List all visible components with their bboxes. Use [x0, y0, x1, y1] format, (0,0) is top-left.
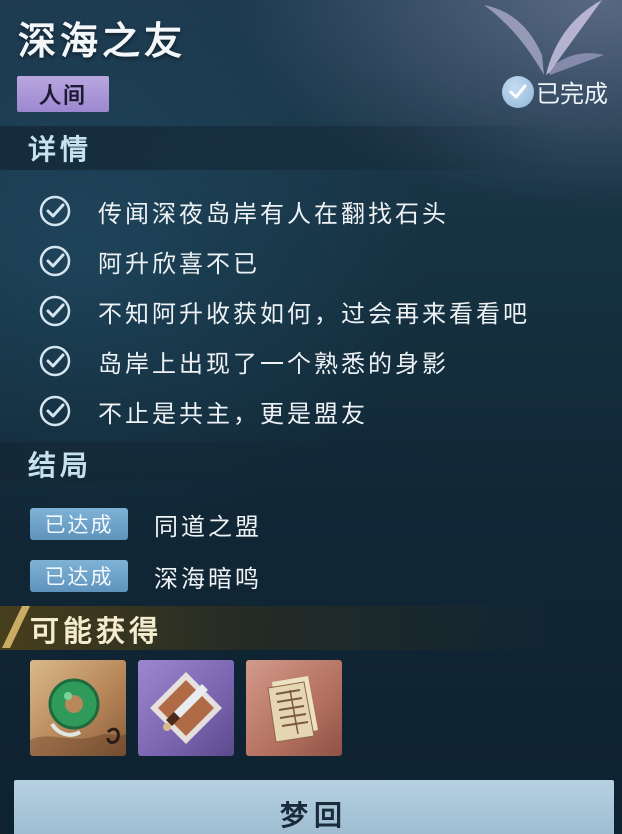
task-text: 阿升欣喜不已	[98, 249, 260, 278]
reward-slot-dagger[interactable]	[138, 660, 234, 756]
ending-name: 深海暗鸣	[154, 564, 262, 593]
achieved-badge: 已达成	[30, 560, 128, 592]
quest-panel: 深海之友 人间 已完成 详情 传闻深夜岛岸有人在翻找石头 阿升欣喜不已 不知阿升…	[0, 0, 622, 834]
task-item: 不知阿升收获如何，过会再来看看吧	[38, 286, 530, 336]
task-text: 不止是共主，更是盟友	[98, 399, 368, 428]
endings-heading: 结局	[28, 449, 93, 482]
task-item: 岛岸上出现了一个熟悉的身影	[38, 336, 530, 386]
check-circle-icon	[502, 75, 534, 108]
quest-status: 已完成	[502, 74, 608, 109]
task-text: 岛岸上出现了一个熟悉的身影	[98, 349, 449, 378]
checkmark-circle-icon	[39, 295, 71, 327]
rewards-heading: 可能获得	[30, 614, 163, 648]
details-heading: 详情	[28, 133, 93, 166]
achieved-badge: 已达成	[30, 508, 128, 540]
checkmark-circle-icon	[39, 245, 71, 277]
task-item: 传闻深夜岛岸有人在翻找石头	[38, 186, 530, 236]
ending-item[interactable]: 已达成 同道之盟	[30, 498, 262, 550]
reward-items	[30, 660, 342, 756]
checkmark-circle-icon	[39, 395, 71, 427]
jade-pendant-icon	[30, 678, 126, 756]
scroll-document-icon	[267, 676, 318, 743]
quest-title: 深海之友	[18, 19, 187, 63]
task-list: 传闻深夜岛岸有人在翻找石头 阿升欣喜不已 不知阿升收获如何，过会再来看看吧 岛岸…	[38, 186, 530, 436]
task-text: 不知阿升收获如何，过会再来看看吧	[98, 299, 530, 328]
task-item: 不止是共主，更是盟友	[38, 386, 530, 436]
quest-status-label: 已完成	[536, 80, 608, 108]
dagger-icon	[150, 672, 222, 744]
dream-replay-button[interactable]: 梦回	[14, 780, 614, 834]
task-text: 传闻深夜岛岸有人在翻找石头	[98, 199, 449, 228]
ending-item[interactable]: 已达成 深海暗鸣	[30, 550, 262, 602]
checkmark-circle-icon	[39, 195, 71, 227]
reward-slot-jade-pendant[interactable]	[30, 660, 126, 756]
ending-name: 同道之盟	[154, 512, 262, 541]
task-item: 阿升欣喜不已	[38, 236, 530, 286]
reward-slot-scroll[interactable]	[246, 660, 342, 756]
checkmark-circle-icon	[39, 345, 71, 377]
world-tag: 人间	[17, 76, 109, 112]
ending-list: 已达成 同道之盟 已达成 深海暗鸣	[30, 498, 262, 602]
